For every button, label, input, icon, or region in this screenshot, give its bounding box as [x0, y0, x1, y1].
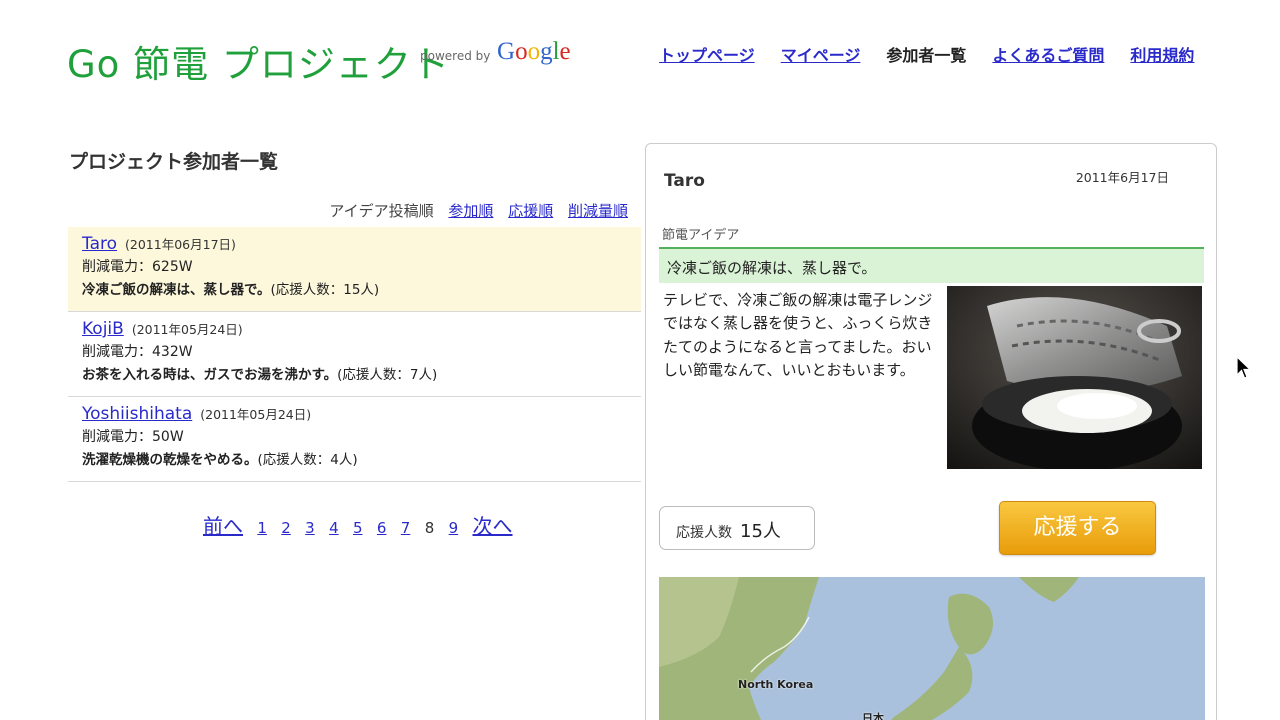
page-link[interactable]: 1 — [257, 519, 267, 537]
entry-idea: お茶を入れる時は、ガスでお湯を沸かす。(応援人数：7人) — [82, 363, 627, 383]
nav-terms[interactable]: 利用規約 — [1130, 42, 1194, 66]
map-label-japan: 日本 — [862, 712, 884, 720]
entry-supporters: (応援人数：4人) — [257, 452, 358, 468]
page-link[interactable]: 9 — [449, 519, 459, 537]
page-link[interactable]: 7 — [401, 519, 411, 537]
participant-name-link[interactable]: KojiB — [82, 319, 124, 339]
entry-date: (2011年05月24日) — [131, 322, 243, 337]
entry-idea: 冷凍ご飯の解凍は、蒸し器で。(応援人数：15人) — [82, 278, 627, 298]
supporter-count-value: 15人 — [740, 521, 781, 542]
section-label: 節電アイデア — [662, 228, 740, 243]
google-letter: g — [540, 38, 553, 65]
participant-name-link[interactable]: Taro — [82, 234, 117, 254]
sort-by-join-link[interactable]: 参加順 — [448, 202, 493, 220]
google-letter: o — [527, 38, 541, 65]
idea-description: テレビで、冷凍ご飯の解凍は電子レンジではなく蒸し器を使うと、ふっくら炊きたてのよ… — [663, 291, 933, 379]
entry-date: (2011年05月24日) — [200, 407, 312, 422]
powered-by-text: powered by — [420, 49, 491, 63]
nav-participants-current: 参加者一覧 — [886, 46, 967, 65]
page-link[interactable]: 3 — [305, 519, 315, 537]
idea-headline: 冷凍ご飯の解凍は、蒸し器で。 — [659, 247, 1204, 283]
map-label-north-korea: North Korea — [738, 678, 814, 691]
rice-steamer-photo — [947, 286, 1202, 469]
participant-list: Taro (2011年06月17日) 削減電力：625W 冷凍ご飯の解凍は、蒸し器… — [68, 227, 641, 482]
page-link[interactable]: 2 — [281, 519, 291, 537]
entry-power-reduction: 削減電力：432W — [82, 344, 193, 360]
support-button[interactable]: 応援する — [999, 501, 1156, 555]
entry-date: (2011年06月17日) — [125, 237, 236, 252]
entry-idea-title: 洗濯乾燥機の乾燥をやめる。 — [82, 452, 258, 468]
nav-top-page[interactable]: トップページ — [659, 42, 755, 66]
entry-power-reduction: 削減電力：50W — [82, 429, 184, 445]
list-item[interactable]: KojiB (2011年05月24日) 削減電力：432W お茶を入れる時は、ガス… — [68, 312, 641, 397]
mouse-cursor-icon — [1236, 355, 1252, 384]
entry-supporters: (応援人数：7人) — [337, 367, 438, 383]
google-letter: l — [552, 38, 560, 65]
page-link[interactable]: 4 — [329, 519, 339, 537]
google-letter: e — [559, 38, 571, 65]
sort-by-idea-date-active: アイデア投稿順 — [329, 202, 434, 220]
google-logo: Google — [497, 38, 571, 66]
pagination: 前へ 1 2 3 4 5 6 7 8 9 次へ — [203, 510, 521, 539]
list-item[interactable]: Yoshiishihata (2011年05月24日) 削減電力：50W 洗濯乾燥… — [68, 397, 641, 482]
google-letter: o — [515, 38, 528, 65]
page-link[interactable]: 6 — [377, 519, 387, 537]
detail-date: 2011年6月17日 — [1075, 170, 1169, 185]
top-navigation: トップページ マイページ 参加者一覧 よくあるご質問 利用規約 — [659, 42, 1220, 66]
google-letter: G — [497, 38, 516, 65]
sort-by-support-link[interactable]: 応援順 — [508, 202, 553, 220]
idea-detail-panel: Taro 2011年6月17日 節電アイデア 冷凍ご飯の解凍は、蒸し器で。 テレ… — [645, 143, 1217, 720]
supporter-count-label: 応援人数 — [676, 525, 732, 541]
entry-power-reduction: 削減電力：625W — [82, 259, 193, 275]
entry-idea: 洗濯乾燥機の乾燥をやめる。(応援人数：4人) — [82, 448, 627, 468]
next-page-link[interactable]: 次へ — [473, 514, 513, 538]
page-link[interactable]: 5 — [353, 519, 363, 537]
entry-idea-title: 冷凍ご飯の解凍は、蒸し器で。 — [82, 282, 271, 298]
nav-my-page[interactable]: マイページ — [781, 42, 861, 66]
prev-page-link[interactable]: 前へ — [203, 514, 243, 538]
participant-name-link[interactable]: Yoshiishihata — [82, 404, 192, 424]
entry-idea-title: お茶を入れる時は、ガスでお湯を沸かす。 — [82, 367, 338, 383]
supporter-count-box: 応援人数 15人 — [659, 506, 815, 550]
current-page: 8 — [424, 519, 435, 537]
nav-faq[interactable]: よくあるご質問 — [992, 42, 1104, 66]
sort-bar: アイデア投稿順 参加順 応援順 削減量順 — [319, 200, 628, 221]
site-logo[interactable]: Go 節電 プロジェクト — [67, 34, 450, 88]
list-item[interactable]: Taro (2011年06月17日) 削減電力：625W 冷凍ご飯の解凍は、蒸し器… — [68, 227, 641, 312]
sort-by-reduction-link[interactable]: 削減量順 — [568, 202, 628, 220]
page-title: プロジェクト参加者一覧 — [69, 151, 279, 173]
entry-supporters: (応援人数：15人) — [270, 282, 380, 298]
map-view[interactable]: North Korea 日本 — [659, 577, 1205, 720]
detail-user-name: Taro — [664, 171, 705, 191]
